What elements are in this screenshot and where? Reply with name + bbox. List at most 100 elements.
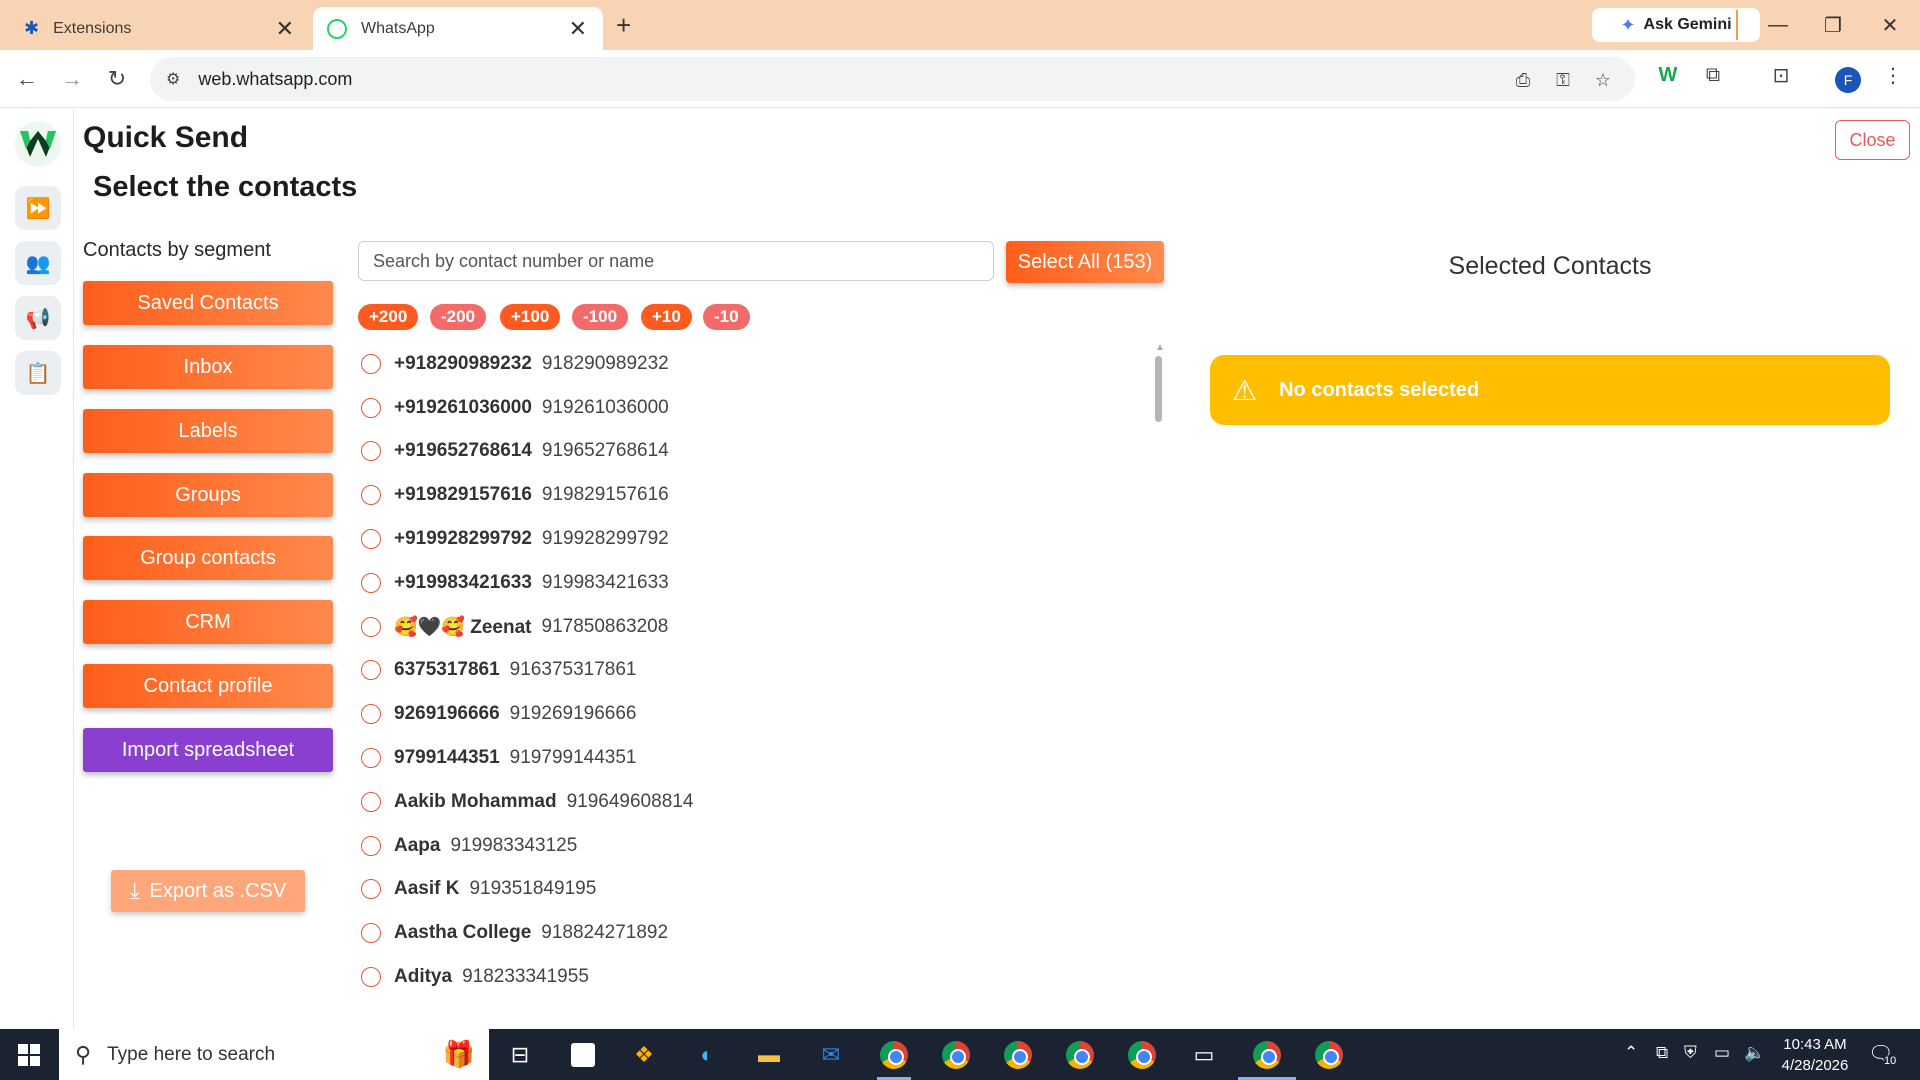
list-item[interactable]: +919983421633 919983421633 <box>358 561 1168 605</box>
select-all-button[interactable]: Select All (153) <box>1006 241 1164 283</box>
menu-dots-icon[interactable]: ⋮ <box>1880 62 1906 88</box>
contact-search-input[interactable] <box>358 241 994 281</box>
labels-button[interactable]: Labels <box>83 409 333 453</box>
chrome-icon[interactable] <box>1312 1038 1346 1072</box>
radio-button[interactable] <box>361 923 381 944</box>
chip-plus-10[interactable]: +10 <box>641 304 692 330</box>
chip-minus-10[interactable]: -10 <box>703 304 750 330</box>
radio-button[interactable] <box>361 748 381 769</box>
tab-close-icon[interactable]: ✕ <box>569 17 587 40</box>
password-key-icon[interactable]: ⚿ <box>1550 67 1576 93</box>
edge-icon[interactable]: ◐ <box>690 1038 724 1072</box>
taskbar-search[interactable]: ⚲ Type here to search 🎁 <box>59 1029 489 1080</box>
radio-button[interactable] <box>361 572 381 593</box>
chip-plus-100[interactable]: +100 <box>500 304 561 330</box>
megaphone-icon[interactable]: 📢 <box>15 296 61 340</box>
extension-w-icon[interactable]: W <box>1655 62 1681 88</box>
notification-icon[interactable]: 🗨 10 <box>1868 1041 1898 1069</box>
radio-button[interactable] <box>361 616 381 637</box>
import-spreadsheet-button[interactable]: Import spreadsheet <box>83 728 333 772</box>
chrome-icon[interactable] <box>1001 1038 1035 1072</box>
security-icon[interactable]: ⛨ <box>1684 1043 1697 1063</box>
radio-button[interactable] <box>361 835 381 856</box>
export-csv-button[interactable]: ⤓ Export as .CSV <box>111 870 305 912</box>
list-item[interactable]: +919829157616 919829157616 <box>358 473 1168 517</box>
list-item[interactable]: 9799144351 919799144351 <box>358 736 1168 780</box>
task-view-icon[interactable]: ⊟ <box>503 1038 537 1072</box>
extensions-puzzle-icon[interactable]: ⧉ <box>1700 62 1726 88</box>
tab-search-icon[interactable]: ⊡ <box>1768 62 1794 88</box>
radio-button[interactable] <box>361 397 381 418</box>
site-info-icon[interactable]: ⚙ <box>166 69 180 89</box>
radio-button[interactable] <box>361 879 381 900</box>
saved-contacts-button[interactable]: Saved Contacts <box>83 281 333 325</box>
list-item[interactable]: +919652768614 919652768614 <box>358 430 1168 474</box>
volume-icon[interactable]: 🔈 <box>1744 1043 1765 1063</box>
scroll-up-arrow-icon[interactable]: ▲ <box>1155 342 1165 353</box>
group-contacts-button[interactable]: Group contacts <box>83 536 333 580</box>
file-explorer-icon[interactable]: ▬ <box>752 1038 786 1072</box>
reload-icon[interactable]: ↻ <box>100 62 134 96</box>
tab-whatsapp[interactable]: WhatsApp ✕ <box>313 7 603 50</box>
network-icon[interactable]: ▭ <box>1714 1043 1730 1063</box>
meet-icon[interactable]: ⧉ <box>1656 1043 1668 1063</box>
radio-button[interactable] <box>361 704 381 725</box>
groups-button[interactable]: Groups <box>83 473 333 517</box>
radio-button[interactable] <box>361 353 381 374</box>
app-logo[interactable] <box>15 121 61 167</box>
radio-button[interactable] <box>361 529 381 550</box>
close-window-icon[interactable]: ✕ <box>1870 8 1910 42</box>
list-item[interactable]: Aapa 919983343125 <box>358 824 1168 868</box>
back-icon[interactable]: ← <box>10 62 44 96</box>
outlook-icon[interactable]: ✉ <box>814 1038 848 1072</box>
start-button[interactable] <box>0 1029 58 1080</box>
list-item[interactable]: +919261036000 919261036000 <box>358 386 1168 430</box>
crm-button[interactable]: CRM <box>83 600 333 644</box>
list-item[interactable]: Aditya 918233341955 <box>358 955 1168 999</box>
tab-extensions[interactable]: ✱ Extensions ✕ <box>10 7 310 50</box>
list-item[interactable]: 9269196666 919269196666 <box>358 692 1168 736</box>
chrome-icon[interactable] <box>1063 1038 1097 1072</box>
bookmark-star-icon[interactable]: ☆ <box>1590 67 1616 93</box>
forward-icon[interactable]: → <box>55 62 89 96</box>
list-item[interactable]: +919928299792 919928299792 <box>358 517 1168 561</box>
new-tab-button[interactable]: + <box>616 10 631 41</box>
chip-minus-200[interactable]: -200 <box>430 304 487 330</box>
radio-button[interactable] <box>361 441 381 462</box>
chip-plus-200[interactable]: +200 <box>358 304 419 330</box>
ask-gemini-button[interactable]: ✦ Ask Gemini <box>1592 8 1760 42</box>
contact-profile-button[interactable]: Contact profile <box>83 664 333 708</box>
store-icon[interactable] <box>566 1038 600 1072</box>
profile-avatar[interactable]: F <box>1835 67 1861 93</box>
chevron-up-icon[interactable]: ⌃ <box>1624 1043 1638 1063</box>
radio-button[interactable] <box>361 791 381 812</box>
list-item[interactable]: Aakib Mohammad 919649608814 <box>358 780 1168 824</box>
clipboard-icon[interactable]: 📋 <box>15 351 61 395</box>
terminal-icon[interactable]: ▭ <box>1187 1038 1221 1072</box>
address-bar[interactable]: ⚙ web.whatsapp.com ⎙ ⚿ ☆ <box>150 57 1635 101</box>
scroll-thumb[interactable] <box>1155 356 1162 422</box>
radio-button[interactable] <box>361 485 381 506</box>
chrome-icon[interactable] <box>939 1038 973 1072</box>
minimize-icon[interactable]: — <box>1758 8 1798 42</box>
restore-icon[interactable]: ❐ <box>1813 8 1853 42</box>
list-item[interactable]: 6375317861 916375317861 <box>358 649 1168 693</box>
close-button[interactable]: Close <box>1835 120 1910 160</box>
install-app-icon[interactable]: ⎙ <box>1510 67 1536 93</box>
list-item[interactable]: 🥰🖤🥰 Zeenat 917850863208 <box>358 605 1168 649</box>
contact-list-scrollbar[interactable]: ▲ ▼ <box>1152 342 1166 1080</box>
contacts-group-icon[interactable]: 👥 <box>15 241 61 285</box>
chrome-icon[interactable] <box>877 1038 911 1072</box>
list-item[interactable]: Aasif K 919351849195 <box>358 868 1168 912</box>
copilot-icon[interactable]: ❖ <box>627 1038 661 1072</box>
radio-button[interactable] <box>361 660 381 681</box>
chrome-icon[interactable] <box>1250 1038 1284 1072</box>
tab-close-icon[interactable]: ✕ <box>276 17 294 40</box>
list-item[interactable]: Aastha College 918824271892 <box>358 911 1168 955</box>
radio-button[interactable] <box>361 967 381 988</box>
system-clock[interactable]: 10:43 AM 4/28/2026 <box>1770 1034 1860 1076</box>
inbox-button[interactable]: Inbox <box>83 345 333 389</box>
chrome-icon[interactable] <box>1125 1038 1159 1072</box>
chip-minus-100[interactable]: -100 <box>572 304 629 330</box>
list-item[interactable]: +918290989232 918290989232 <box>358 342 1168 386</box>
